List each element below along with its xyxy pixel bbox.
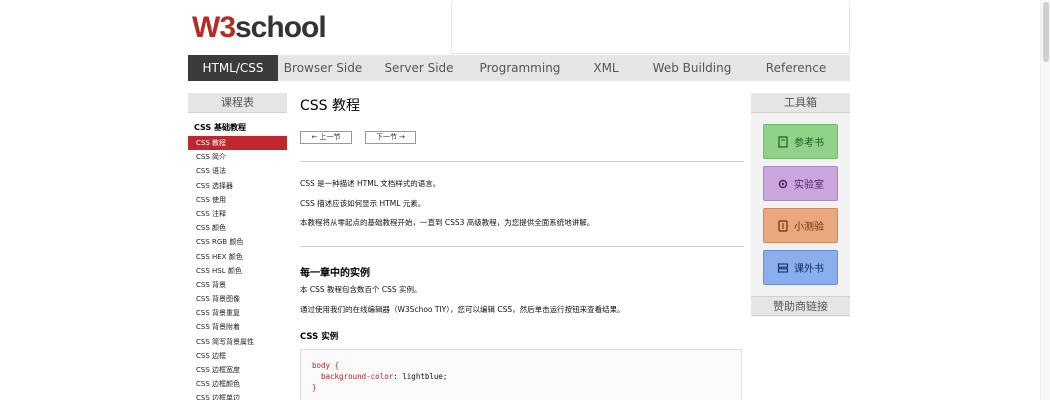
lesson-item[interactable]: CSS 背景附着: [188, 320, 287, 334]
left-sidebar-title: 课程表: [188, 93, 287, 113]
lesson-item[interactable]: CSS 选择器: [188, 179, 287, 193]
code-value: lightblue;: [402, 372, 448, 381]
right-sidebar: 工具箱 参考书 实验室 小测验 课外书 赞助商链接: [751, 93, 850, 400]
lesson-item[interactable]: CSS 语法: [188, 164, 287, 178]
tool-quiz-button[interactable]: 小测验: [763, 208, 838, 243]
gear-icon: [778, 179, 788, 188]
lesson-item[interactable]: CSS RGB 颜色: [188, 235, 287, 249]
sponsor-links-title: 赞助商链接: [751, 296, 850, 316]
lesson-item[interactable]: CSS 边框宽度: [188, 363, 287, 377]
lesson-item[interactable]: CSS 边框单边: [188, 391, 287, 400]
code-example: body { background-color: lightblue; }: [300, 349, 742, 400]
tool-label: 实验室: [794, 180, 824, 191]
lesson-item[interactable]: CSS HEX 颜色: [188, 250, 287, 264]
divider: [300, 161, 744, 162]
page-scrollbar[interactable]: [1040, 0, 1050, 400]
nav-item-xml[interactable]: XML: [570, 55, 642, 81]
tool-label: 课外书: [794, 264, 824, 275]
code-selector: body: [312, 361, 331, 370]
section-heading: 每一章中的实例: [300, 268, 370, 279]
tool-extra-books-button[interactable]: 课外书: [763, 250, 838, 285]
code-line-1: body {: [312, 360, 741, 371]
left-sidebar-heading: CSS 基础教程: [188, 113, 287, 136]
code-close-brace: }: [312, 383, 317, 392]
section-paragraph: 通过使用我们的在线编辑器（W3Schoo TIY），您可以编辑 CSS，然后单击…: [300, 305, 625, 314]
code-line-3: }: [312, 382, 741, 393]
book-icon: [778, 135, 788, 148]
lesson-list: CSS 教程 CSS 简介 CSS 语法 CSS 选择器 CSS 使用 CSS …: [188, 136, 287, 400]
code-open-brace: {: [334, 361, 340, 370]
nav-item-programming[interactable]: Programming: [470, 55, 570, 81]
main-content: CSS 教程 ← 上一节 下一节 → CSS 是一种描述 HTML 文档样式的语…: [300, 93, 744, 400]
page-title: CSS 教程: [300, 98, 360, 114]
tool-reference-button[interactable]: 参考书: [763, 124, 838, 159]
lesson-item[interactable]: CSS 注释: [188, 207, 287, 221]
lesson-item[interactable]: CSS 背景图像: [188, 292, 287, 306]
lesson-item[interactable]: CSS 背景重复: [188, 306, 287, 320]
nav-item-web-building[interactable]: Web Building: [642, 55, 742, 81]
server-icon: [777, 262, 789, 273]
next-button[interactable]: 下一节 →: [365, 131, 416, 144]
arrow-left-icon: ←: [311, 133, 320, 141]
logo-school: school: [235, 11, 327, 44]
tool-label: 小测验: [794, 222, 824, 233]
lesson-item[interactable]: CSS 简介: [188, 150, 287, 164]
code-property: background-color: [321, 372, 394, 381]
quiz-icon: [778, 219, 788, 232]
arrow-right-icon: →: [396, 133, 406, 141]
header-ad-area: [451, 2, 850, 54]
lesson-item[interactable]: CSS 边框颜色: [188, 377, 287, 391]
lesson-item[interactable]: CSS 使用: [188, 193, 287, 207]
intro-paragraph: CSS 描述应该如何显示 HTML 元素。: [300, 199, 426, 208]
lesson-item[interactable]: CSS HSL 颜色: [188, 264, 287, 278]
lesson-item[interactable]: CSS 边框: [188, 349, 287, 363]
nav-item-html-css[interactable]: HTML/CSS: [188, 55, 278, 81]
divider: [300, 246, 744, 247]
code-line-2: background-color: lightblue;: [321, 372, 448, 381]
nav-item-browser-side[interactable]: Browser Side: [278, 55, 368, 81]
w3school-logo[interactable]: W3school: [192, 11, 327, 44]
toolbox-title: 工具箱: [751, 93, 850, 113]
section-paragraph: 本 CSS 教程包含数百个 CSS 实例。: [300, 285, 422, 294]
left-sidebar: 课程表 CSS 基础教程 CSS 教程 CSS 简介 CSS 语法 CSS 选择…: [188, 93, 287, 400]
tool-lab-button[interactable]: 实验室: [763, 166, 838, 201]
prev-label: 上一节: [319, 133, 341, 141]
example-heading: CSS 实例: [300, 332, 339, 342]
nav-item-reference[interactable]: Reference: [742, 55, 850, 81]
tool-label: 参考书: [794, 138, 824, 149]
lesson-item[interactable]: CSS 背景: [188, 278, 287, 292]
nav-item-server-side[interactable]: Server Side: [368, 55, 470, 81]
scrollbar-thumb[interactable]: [1043, 2, 1049, 62]
prev-button[interactable]: ← 上一节: [300, 131, 352, 144]
lesson-item[interactable]: CSS 颜色: [188, 221, 287, 235]
intro-paragraph: CSS 是一种描述 HTML 文档样式的语言。: [300, 179, 441, 188]
intro-paragraph: 本教程将从零起点的基础教程开始，一直到 CSS3 高级教程，为您提供全面系统地讲…: [300, 218, 595, 227]
lesson-item[interactable]: CSS 简写背景属性: [188, 335, 287, 349]
next-label: 下一节: [375, 133, 397, 141]
main-nav: HTML/CSS Browser Side Server Side Progra…: [188, 55, 850, 81]
lesson-item-active[interactable]: CSS 教程: [188, 136, 287, 151]
logo-w3: W3: [192, 11, 236, 44]
sponsor-area: [751, 317, 850, 400]
